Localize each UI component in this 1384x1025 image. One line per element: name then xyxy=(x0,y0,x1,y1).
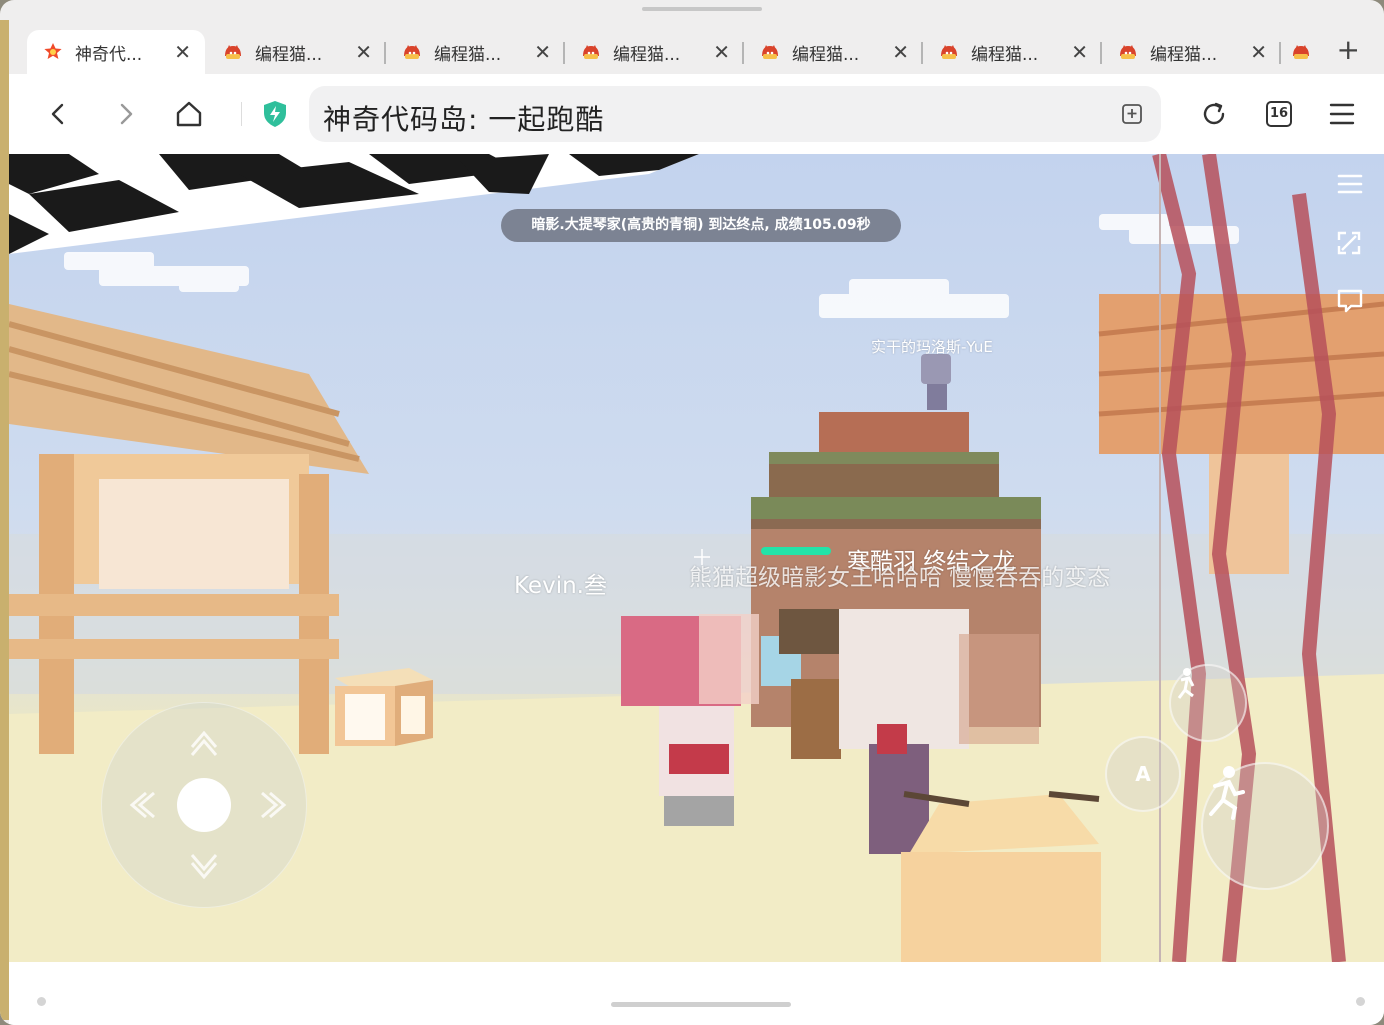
chat-button[interactable] xyxy=(1336,287,1368,319)
corner-indicator xyxy=(37,997,46,1006)
tab-active[interactable]: 神奇代... ✕ xyxy=(27,30,205,74)
tab[interactable]: 编程猫... ✕ xyxy=(923,30,1102,74)
codemao-cat-icon xyxy=(762,45,778,59)
toolbar-divider xyxy=(241,102,242,126)
corner-indicator xyxy=(1356,997,1365,1006)
player-nametag: 熊猫超级暗影女王哈哈哈 慢慢吞吞的变态 xyxy=(689,565,1111,591)
close-tab-icon[interactable]: ✕ xyxy=(534,42,551,62)
close-tab-icon[interactable]: ✕ xyxy=(1250,42,1267,62)
tab-strip: 神奇代... ✕ 编程猫... ✕ 编程猫... ✕ 编程猫... ✕ 编程猫.… xyxy=(9,26,1384,74)
hamburger-menu-icon xyxy=(1329,103,1355,125)
back-button[interactable] xyxy=(39,94,79,134)
player-health-bar xyxy=(761,547,831,555)
forward-button[interactable] xyxy=(105,94,145,134)
close-tab-icon[interactable]: ✕ xyxy=(713,42,730,62)
list-menu-icon xyxy=(1337,174,1363,194)
tab[interactable]: 编程猫... ✕ xyxy=(1102,30,1281,74)
lamp-block xyxy=(335,668,433,746)
fullscreen-icon xyxy=(1337,231,1361,255)
codemao-cat-icon xyxy=(1120,45,1136,59)
browser-toolbar: 神奇代码岛: 一起跑酷 16 xyxy=(9,74,1384,154)
player-avatar-top xyxy=(921,354,951,410)
home-button[interactable] xyxy=(169,94,209,134)
jump-button[interactable] xyxy=(1169,664,1247,742)
refresh-button[interactable] xyxy=(1194,94,1234,134)
new-tab-button[interactable]: + xyxy=(1337,34,1360,66)
game-menu-button[interactable] xyxy=(1336,172,1368,204)
game-canvas[interactable]: 暗影.大提琴家(高贵的青铜) 到达终点, 成绩105.09秒 实干的玛洛斯-Yu… xyxy=(9,154,1384,962)
security-shield-button[interactable] xyxy=(255,94,295,134)
tab-label: 编程猫... xyxy=(434,44,502,65)
tab[interactable]: 编程猫... ✕ xyxy=(207,30,386,74)
finish-notification: 暗影.大提琴家(高贵的青铜) 到达终点, 成绩105.09秒 xyxy=(501,209,901,242)
back-arrow-icon xyxy=(51,103,64,125)
forward-arrow-icon xyxy=(120,103,133,125)
menu-button[interactable] xyxy=(1322,94,1362,134)
shield-icon xyxy=(264,101,286,127)
action-a-button[interactable]: A xyxy=(1105,736,1181,812)
tab-count-button[interactable]: 16 xyxy=(1266,101,1292,127)
chat-bubble-icon xyxy=(1337,289,1363,313)
virtual-joystick[interactable] xyxy=(101,702,307,908)
address-bar[interactable]: 神奇代码岛: 一起跑酷 xyxy=(309,86,1161,142)
foreground-block xyxy=(901,791,1101,962)
window-drag-handle[interactable] xyxy=(642,7,762,11)
tab[interactable]: 编程猫... ✕ xyxy=(565,30,744,74)
joystick-thumb[interactable] xyxy=(177,778,231,832)
address-text[interactable]: 神奇代码岛: 一起跑酷 xyxy=(323,98,604,138)
close-tab-icon[interactable]: ✕ xyxy=(892,42,909,62)
tab[interactable]: 编程猫... ✕ xyxy=(744,30,923,74)
tab[interactable]: 编程猫... ✕ xyxy=(386,30,565,74)
close-tab-icon[interactable]: ✕ xyxy=(355,42,372,62)
codemao-cat-icon xyxy=(225,45,241,59)
codemao-star-icon xyxy=(44,43,62,59)
codemao-cat-icon xyxy=(404,45,420,59)
tab-label: 编程猫... xyxy=(971,44,1039,65)
fullscreen-button[interactable] xyxy=(1336,230,1368,262)
add-bookmark-icon[interactable] xyxy=(1121,103,1143,125)
crosshair-icon xyxy=(694,549,710,565)
codemao-cat-icon xyxy=(941,45,957,59)
refresh-icon xyxy=(1203,102,1225,125)
codemao-cat-icon xyxy=(1293,45,1309,59)
run-person-icon xyxy=(1209,766,1245,820)
gesture-handle[interactable] xyxy=(611,1002,791,1007)
home-icon xyxy=(176,101,202,127)
tab-label: 神奇代... xyxy=(75,44,143,65)
bottom-bar xyxy=(9,962,1384,1025)
tab-label: 编程猫... xyxy=(613,44,681,65)
background-app-edge xyxy=(0,20,9,1020)
player-nametag: 实干的玛洛斯-YuE xyxy=(871,338,993,356)
action-a-label: A xyxy=(1135,762,1151,786)
close-tab-icon[interactable]: ✕ xyxy=(1071,42,1088,62)
player-nametag: Kevin.叁 xyxy=(514,573,607,599)
tab-overflow[interactable] xyxy=(1281,30,1321,74)
close-tab-icon[interactable]: ✕ xyxy=(174,42,191,62)
tab-label: 编程猫... xyxy=(255,44,323,65)
device-frame: 神奇代... ✕ 编程猫... ✕ 编程猫... ✕ 编程猫... ✕ 编程猫.… xyxy=(0,0,1384,1025)
codemao-cat-icon xyxy=(583,45,599,59)
tab-label: 编程猫... xyxy=(792,44,860,65)
run-button[interactable] xyxy=(1201,762,1329,890)
jump-person-icon xyxy=(1177,668,1195,699)
tab-label: 编程猫... xyxy=(1150,44,1218,65)
